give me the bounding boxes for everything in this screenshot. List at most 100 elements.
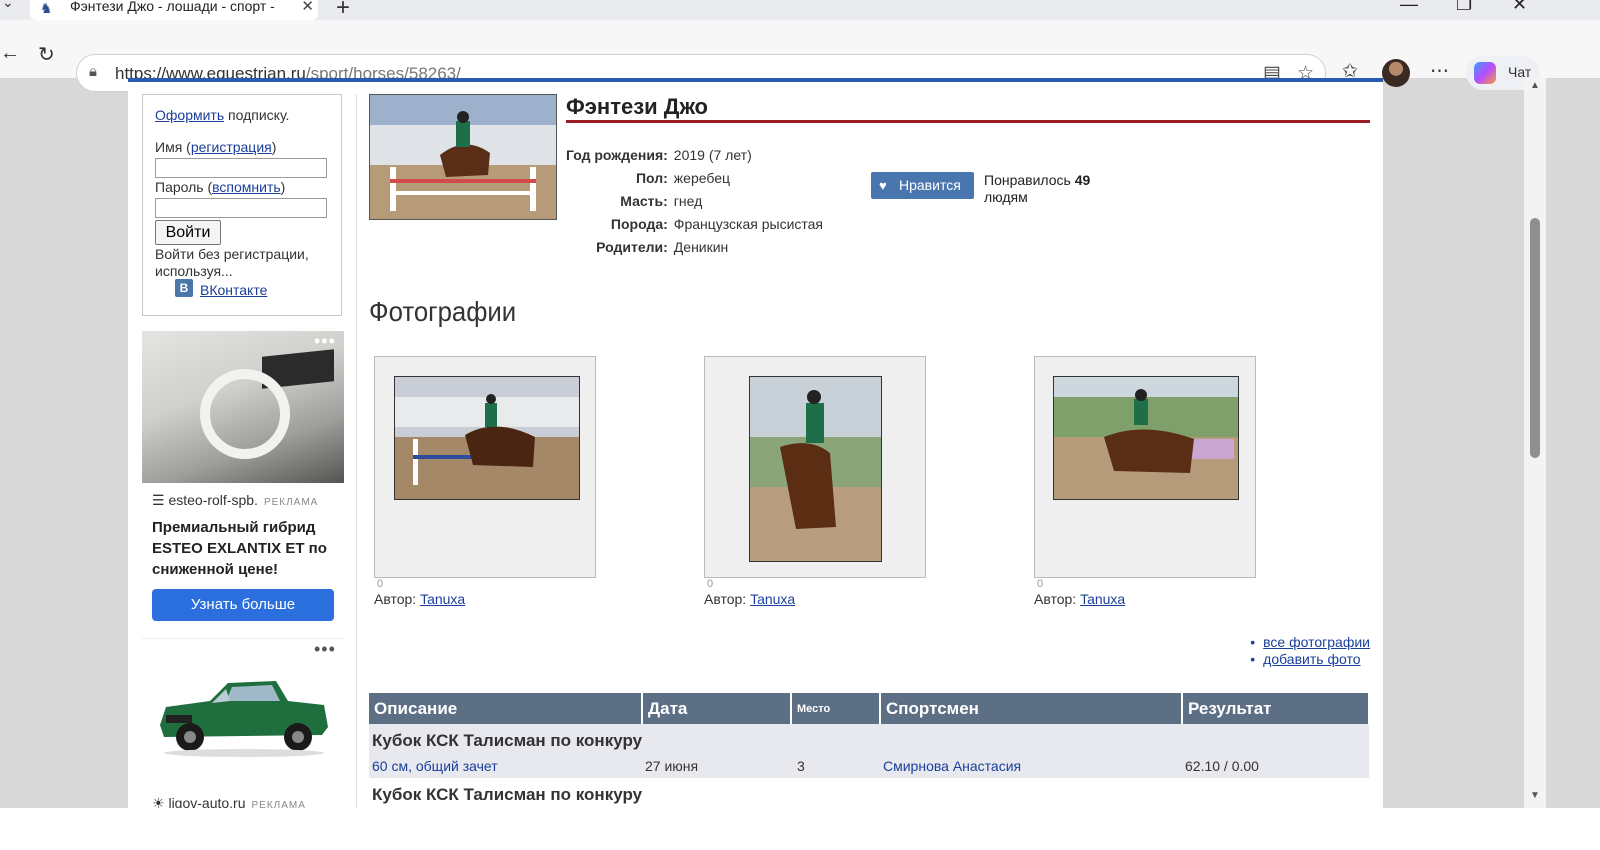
photo-view-count: 0 <box>707 578 714 590</box>
vk-login-link[interactable]: ВКонтакте <box>200 282 267 298</box>
profile-avatar[interactable] <box>1382 59 1410 87</box>
browser-toolbar: ← ↻ 🔒︎ https://www.equestrian.ru/sport/h… <box>0 20 1600 92</box>
photo-author: Автор: Tanuxa <box>1034 591 1125 607</box>
event-title: Кубок КСК Талисман по конкуру <box>369 724 1369 754</box>
author-label: Автор: <box>374 591 421 607</box>
col-description[interactable]: Описание <box>369 693 643 724</box>
photo-thumbnail-image[interactable] <box>749 376 882 562</box>
minimize-icon[interactable]: — <box>1400 0 1418 15</box>
password-input[interactable] <box>155 198 327 218</box>
page-scrollbar[interactable]: ▲ ▼ <box>1524 78 1546 808</box>
author-link[interactable]: Tanuxa <box>420 591 465 607</box>
info-row-birth-year: Год рождения: 2019 (7 лет) <box>566 146 823 169</box>
ad-options-icon[interactable]: ••• <box>314 639 336 660</box>
class-link[interactable]: 60 см, общий зачет <box>372 758 498 774</box>
info-label: Родители: <box>596 239 668 255</box>
tab-close-icon[interactable]: ✕ <box>301 0 314 15</box>
likes-suffix: людям <box>984 189 1028 205</box>
site-favicon-icon: ♞ <box>40 0 53 16</box>
cell-rider: Смирнова Анастасия <box>880 754 1182 778</box>
tab-strip: ⌄ ♞ Фэнтези Джо - лошади - спорт - ✕ + —… <box>0 0 1600 22</box>
cell-place: 3 <box>791 754 880 778</box>
photo-thumbnail[interactable] <box>374 356 596 578</box>
copilot-icon <box>1474 62 1496 84</box>
ad-options-icon[interactable]: ••• <box>314 331 336 352</box>
ad-headline[interactable]: Премиальный гибрид ESTEO EXLANTIX ET по … <box>152 517 337 580</box>
ad-source-name: ligov-auto.ru <box>168 795 246 808</box>
photo-links: • все фотографии • добавить фото <box>1250 634 1370 668</box>
info-label: Пол: <box>635 170 668 186</box>
photo-thumbnail[interactable] <box>1034 356 1256 578</box>
page-top-border <box>128 78 1383 82</box>
col-place[interactable]: Место <box>791 693 881 724</box>
info-row-sex: Пол: жеребец <box>566 169 823 192</box>
restore-icon[interactable]: ❐ <box>1456 0 1472 15</box>
photo-thumbnail[interactable] <box>704 356 926 578</box>
col-date[interactable]: Дата <box>642 693 792 724</box>
likes-prefix: Понравилось <box>984 172 1075 188</box>
register-link[interactable]: регистрация <box>191 139 272 155</box>
web-page: Оформить подписку. Имя (регистрация) Пар… <box>128 78 1383 808</box>
info-label: Масть: <box>620 193 668 209</box>
info-label: Год рождения: <box>566 147 668 163</box>
login-button[interactable]: Войти <box>155 220 221 245</box>
ad-banner-esteo[interactable]: ••• ☰ esteo-rolf-spb. РЕКЛАМА Премиальный… <box>142 331 344 621</box>
new-tab-icon[interactable]: + <box>336 0 350 22</box>
author-link[interactable]: Tanuxa <box>750 591 795 607</box>
scroll-up-icon[interactable]: ▲ <box>1530 80 1540 91</box>
ad-source: ☰ esteo-rolf-spb. РЕКЛАМА <box>152 492 318 509</box>
col-rider[interactable]: Спортсмен <box>880 693 1183 724</box>
ad-car-interior-image[interactable] <box>142 331 344 483</box>
info-row-breed: Порода: Французская рысистая <box>566 215 823 238</box>
window-close-icon[interactable]: ✕ <box>1512 0 1527 15</box>
vk-icon[interactable]: B <box>175 279 193 297</box>
more-menu-icon[interactable]: ⋯ <box>1430 60 1449 83</box>
info-row-parents: Родители: Деникин <box>566 238 823 261</box>
back-icon[interactable]: ← <box>0 42 20 65</box>
cell-date: 27 июня <box>642 754 791 778</box>
all-photos-link[interactable]: все фотографии <box>1263 634 1370 650</box>
scroll-down-icon[interactable]: ▼ <box>1530 790 1540 801</box>
reload-icon[interactable]: ↻ <box>38 42 55 67</box>
name-close-paren: ) <box>271 139 277 155</box>
photo-author: Автор: Tanuxa <box>374 591 465 607</box>
ad-tag: РЕКЛАМА <box>263 497 319 508</box>
photo-view-count: 0 <box>1037 578 1044 590</box>
add-photo-link[interactable]: добавить фото <box>1263 651 1360 667</box>
subscribe-link[interactable]: Оформить <box>155 107 224 123</box>
like-button[interactable]: ♥ Нравится <box>871 172 974 199</box>
column-divider <box>356 94 357 808</box>
rider-link[interactable]: Смирнова Анастасия <box>883 758 1021 774</box>
name-input[interactable] <box>155 158 327 178</box>
ad-source-name: esteo-rolf-spb. <box>168 492 258 508</box>
photo-thumbnail-image[interactable] <box>394 376 580 500</box>
tab-title: Фэнтези Джо - лошади - спорт - <box>70 0 275 14</box>
ad-pickup-truck-image[interactable] <box>152 671 332 759</box>
password-label-row: Пароль (вспомнить) <box>155 179 285 195</box>
ad-menu-icon: ☰ <box>152 492 169 508</box>
author-label: Автор: <box>704 591 751 607</box>
password-label: Пароль ( <box>155 179 213 195</box>
ad-banner-ligov[interactable]: ••• ☀ ligov-auto.ru РЕКЛАМА <box>142 638 344 808</box>
horse-main-photo[interactable] <box>369 94 557 220</box>
table-row: 60 см, общий зачет 27 июня 3 Смирнова Ан… <box>369 754 1369 778</box>
ad-cta-button[interactable]: Узнать больше <box>152 589 334 621</box>
name-label-row: Имя (регистрация) <box>155 139 276 155</box>
bullet: • <box>1250 634 1256 650</box>
lock-icon[interactable]: 🔒︎ <box>89 63 97 80</box>
author-link[interactable]: Tanuxa <box>1080 591 1125 607</box>
info-value: гнед <box>673 193 703 209</box>
col-result[interactable]: Результат <box>1182 693 1370 724</box>
horse-info-table: Год рождения: 2019 (7 лет) Пол: жеребец Ма… <box>566 146 823 261</box>
ad-brand-icon: ☀ <box>152 795 169 808</box>
scrollbar-thumb[interactable] <box>1530 218 1540 458</box>
remind-password-link[interactable]: вспомнить <box>212 179 281 195</box>
browser-tab[interactable]: ♞ Фэнтези Джо - лошади - спорт - ✕ <box>30 0 318 20</box>
info-value: Деникин <box>673 239 729 255</box>
ad-steering-wheel <box>200 369 290 459</box>
tab-list-chevron-icon[interactable]: ⌄ <box>2 0 14 11</box>
like-button-label: Нравится <box>899 177 961 193</box>
heading-underline <box>566 120 1370 123</box>
photo-thumbnail-image[interactable] <box>1053 376 1239 500</box>
ad-source: ☀ ligov-auto.ru РЕКЛАМА <box>152 795 306 808</box>
